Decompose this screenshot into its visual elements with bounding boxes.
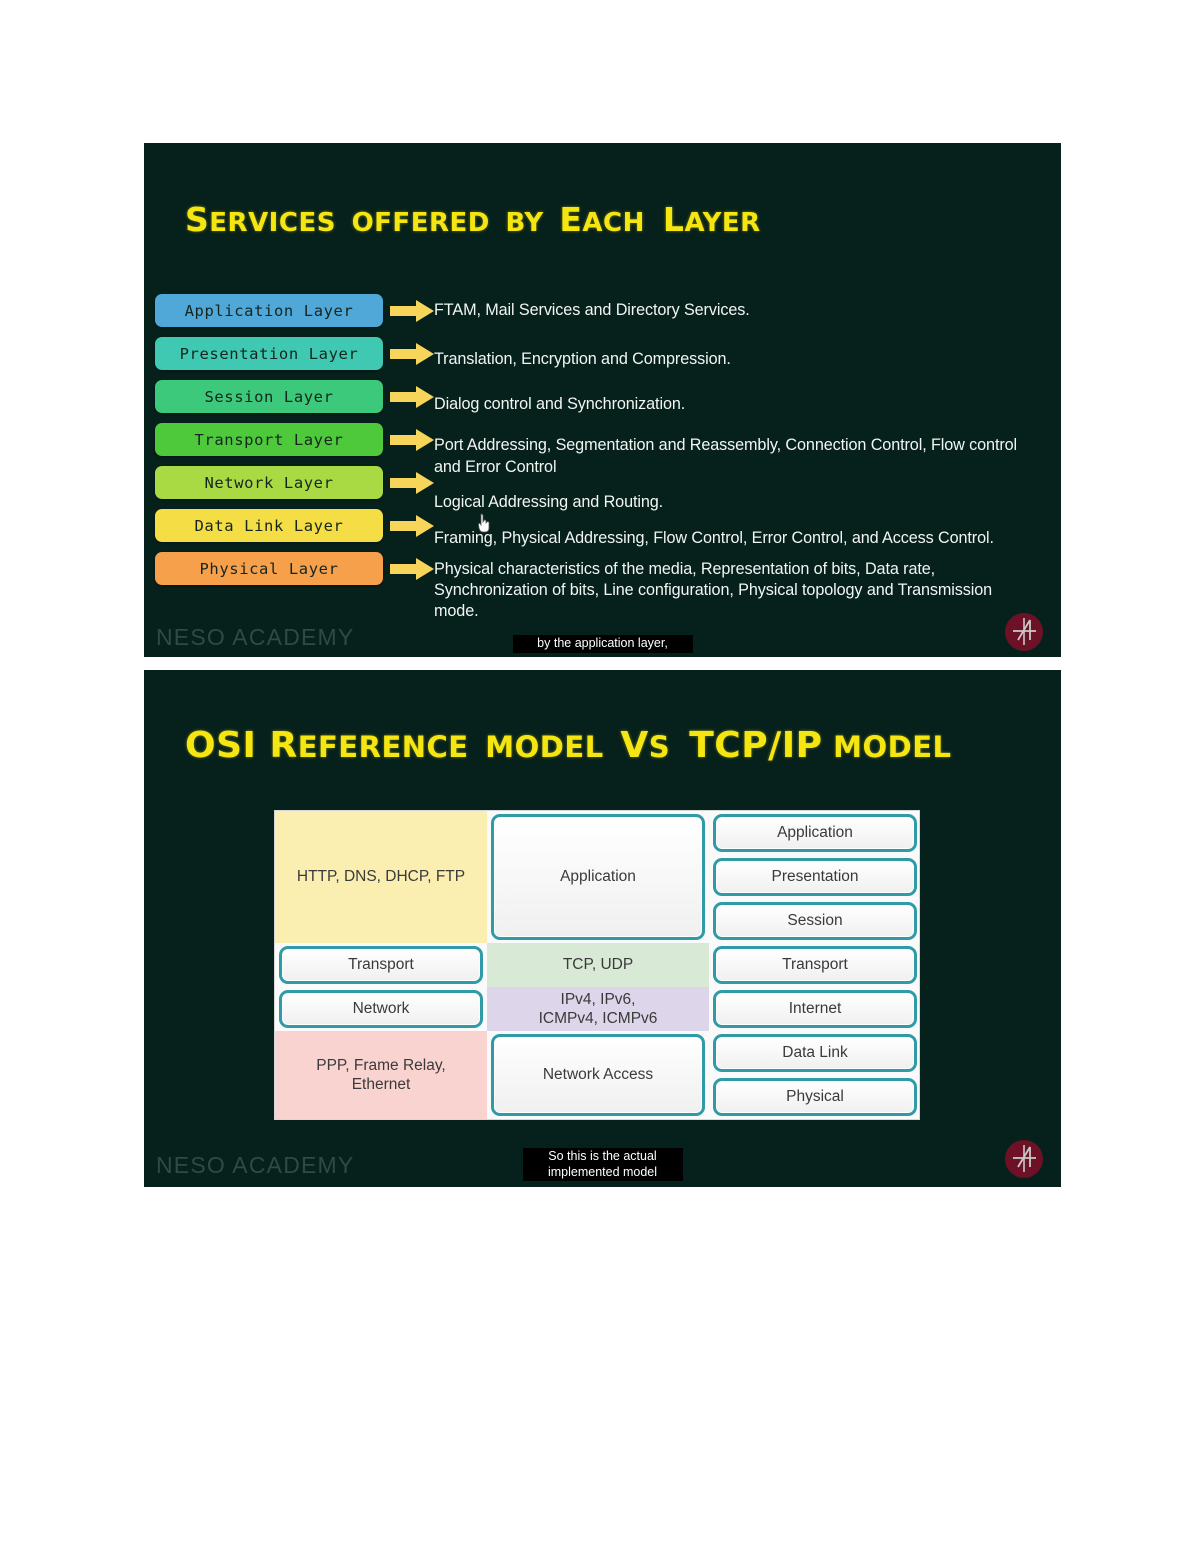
service-text-application: FTAM, Mail Services and Directory Servic… [434,301,750,319]
service-text-session: Dialog control and Synchronization. [434,394,686,413]
service-text-network: Logical Addressing and Routing. [434,492,664,511]
table-cell-tcpip-application: Application [487,811,709,943]
layer-box-data-link[interactable]: Data Link Layer [155,509,383,542]
tcpip-layer-transport[interactable]: Transport [713,946,917,984]
protocol-cell-network-access: PPP, Frame Relay, Ethernet [275,1031,487,1119]
service-text-transport: Port Addressing, Segmentation and Reasse… [434,436,1018,476]
tcpip-layer-application[interactable]: Application [491,814,705,940]
osi-layer-data-link[interactable]: Data Link [713,1034,917,1072]
slide-osi-vs-tcpip: OSI REFERENCE MODEL VS TCP/IP MODEL Appl… [144,670,1061,1187]
osi-layer-presentation[interactable]: Presentation [713,858,917,896]
table-cell-osi-data-link: Data Link [709,1031,921,1075]
watermark-neso-academy: NESO ACADEMY [156,624,355,650]
layer-box-session[interactable]: Session Layer [155,380,383,413]
services-description-column: FTAM, Mail Services and Directory Servic… [434,290,1034,623]
slide-services-offered: SERVICES OFFERED BY EACH LAYER Applicati… [144,143,1061,657]
page-title-osi-vs-tcpip: OSI REFERENCE MODEL VS TCP/IP MODEL [185,725,952,766]
service-text-data-link: Framing, Physical Addressing, Flow Contr… [434,529,994,548]
arrow-column [390,294,438,595]
protocol-cell-transport: TCP, UDP [487,943,709,987]
arrow-icon-presentation [390,337,438,370]
table-cell-osi-application: Application [709,811,921,855]
table-cell-tcpip-internet: Internet [709,987,921,1031]
arrow-icon-session [390,380,438,413]
layer-box-transport[interactable]: Transport Layer [155,423,383,456]
arrow-icon-network [390,466,438,499]
arrow-icon-physical [390,552,438,585]
osi-layer-application[interactable]: Application [713,814,917,852]
arrow-icon-transport [390,423,438,456]
protocol-cell-internet: IPv4, IPv6, ICMPv4, ICMPv6 [487,987,709,1031]
watermark-neso-academy-osi: NESO ACADEMY [156,1152,355,1178]
table-cell-tcpip-transport: Transport [709,943,921,987]
layer-box-presentation[interactable]: Presentation Layer [155,337,383,370]
neso-academy-logo-icon [1005,613,1043,651]
osi-layer-stack: Application Layer Presentation Layer Ses… [155,294,383,595]
layer-box-network[interactable]: Network Layer [155,466,383,499]
protocol-cell-application: HTTP, DNS, DHCP, FTP [275,811,487,943]
document-page: SERVICES OFFERED BY EACH LAYER Applicati… [0,0,1200,1553]
osi-layer-network[interactable]: Network [279,990,483,1028]
service-text-presentation: Translation, Encryption and Compression. [434,350,731,369]
table-cell-tcpip-network-access: Network Access [487,1031,709,1119]
table-cell-osi-transport: Transport [275,943,487,987]
tcpip-layer-network-access[interactable]: Network Access [491,1034,705,1116]
table-cell-osi-session: Session [709,899,921,943]
neso-academy-logo-icon-osi [1005,1140,1043,1178]
subtitle-caption-osi: So this is the actual implemented model [522,1148,683,1182]
osi-layer-transport[interactable]: Transport [279,946,483,984]
tcpip-layer-internet[interactable]: Internet [713,990,917,1028]
osi-layer-session[interactable]: Session [713,902,917,940]
arrow-icon-application [390,294,438,327]
table-cell-osi-presentation: Presentation [709,855,921,899]
layer-box-application[interactable]: Application Layer [155,294,383,327]
service-text-physical: Physical characteristics of the media, R… [434,559,993,621]
page-title-services: SERVICES OFFERED BY EACH LAYER [185,200,761,239]
subtitle-caption: by the application layer, [512,635,693,653]
arrow-icon-data-link [390,509,438,542]
osi-layer-physical[interactable]: Physical [713,1078,917,1116]
osi-tcpip-comparison-table: Application HTTP, DNS, DHCP, FTP Applica… [274,810,920,1120]
table-cell-osi-network: Network [275,987,487,1031]
table-cell-osi-physical: Physical [709,1075,921,1119]
layer-box-physical[interactable]: Physical Layer [155,552,383,585]
